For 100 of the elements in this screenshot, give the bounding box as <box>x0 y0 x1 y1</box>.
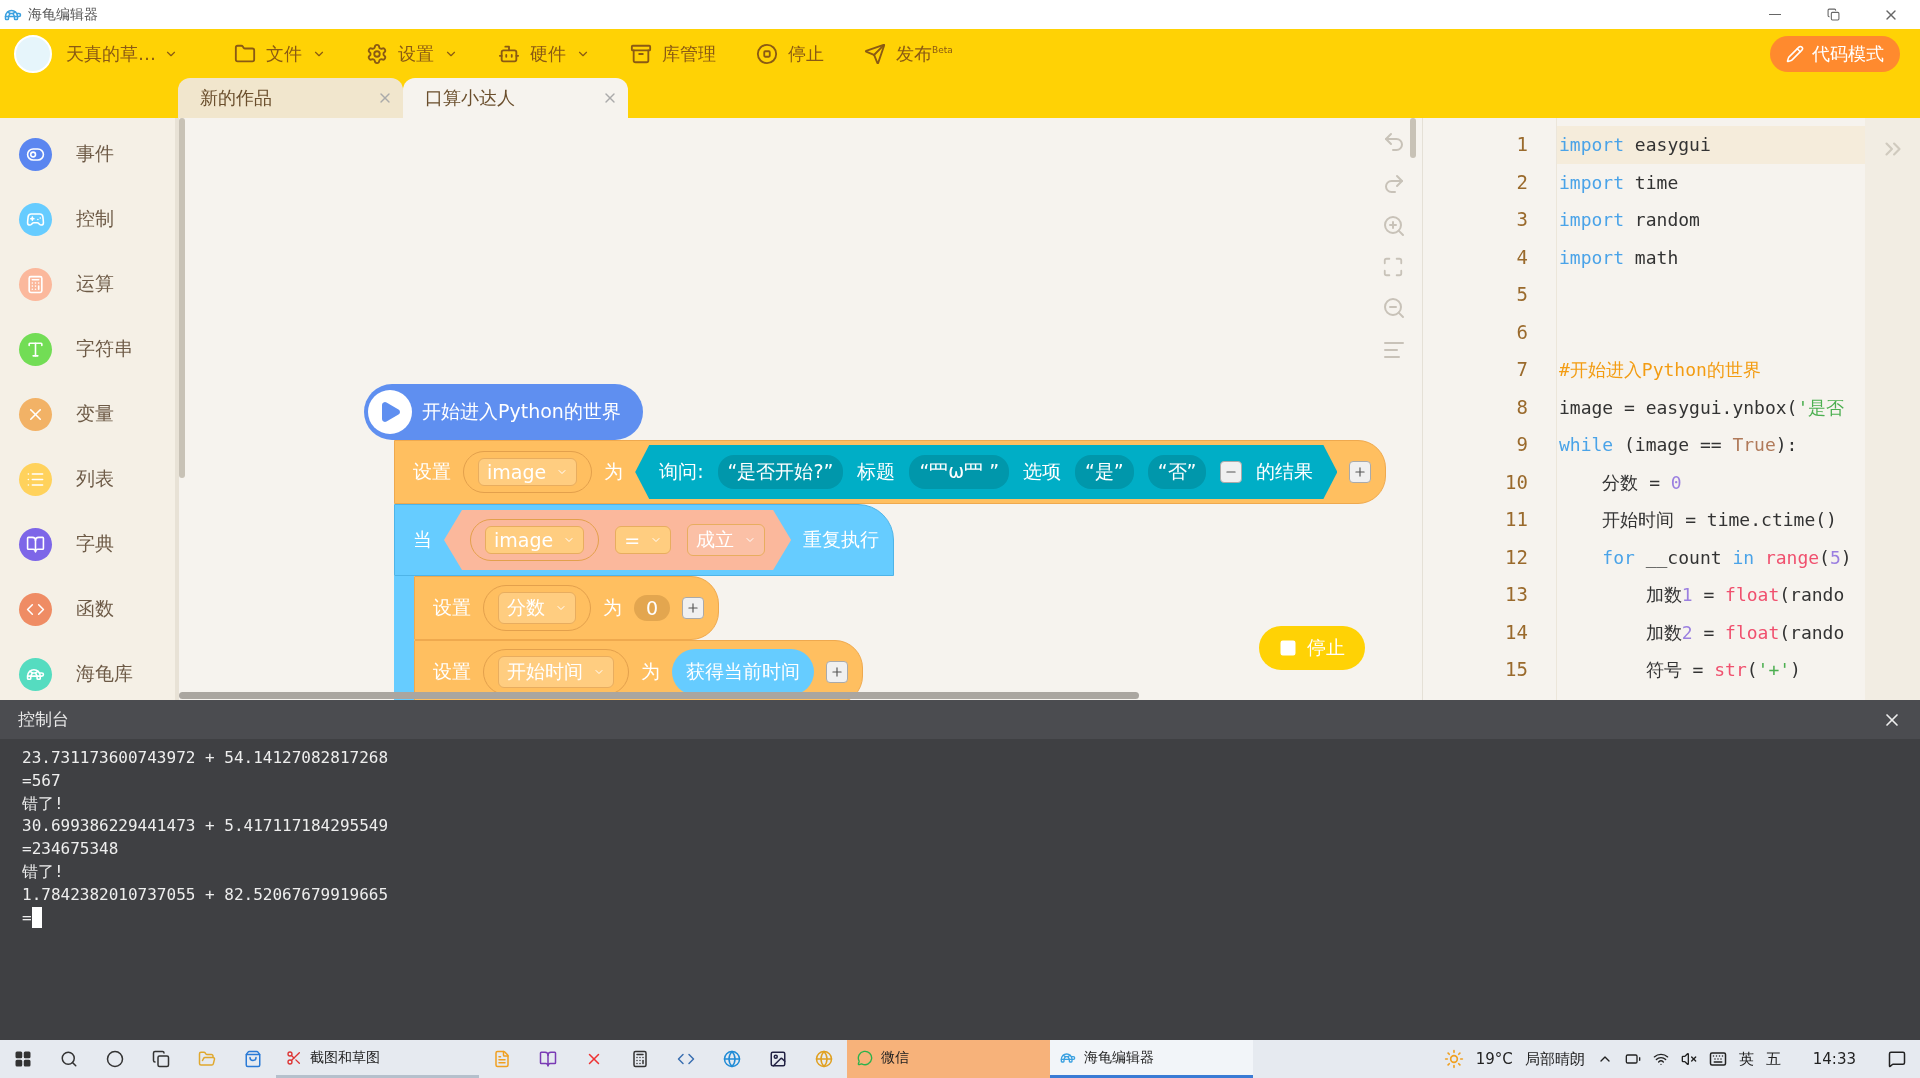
taskbar-app[interactable]: 海龟编辑器 <box>1050 1040 1253 1078</box>
line-number: 15 <box>1504 657 1528 682</box>
code-line: for __count in range(5) <box>1601 545 1853 570</box>
battery-icon[interactable] <box>1624 1051 1641 1067</box>
keyboard-icon[interactable] <box>1708 1050 1727 1068</box>
temperature: 19°C <box>1475 1050 1513 1068</box>
block-label: 设置 <box>413 459 451 484</box>
notification-icon[interactable] <box>1888 1050 1906 1068</box>
console-line: 错了! <box>22 861 65 883</box>
toolbar-menu[interactable]: 发布$^{Beta}$ <box>844 41 973 66</box>
code-line: #开始进入Python的世界 <box>1558 358 1762 382</box>
clock[interactable]: 14:33 <box>1812 1050 1856 1068</box>
code-line: import math <box>1558 245 1680 270</box>
category-item[interactable]: 事件 <box>0 136 175 172</box>
number-value[interactable]: 0 <box>634 595 671 621</box>
menu-icon <box>864 42 886 65</box>
toolbar-menu[interactable]: 库管理 <box>610 41 736 66</box>
block-label: 为 <box>603 595 622 620</box>
line-number: 13 <box>1504 582 1528 607</box>
vertical-scrollbar[interactable] <box>1410 118 1416 158</box>
zoom-out-icon[interactable] <box>1382 296 1406 320</box>
block-label: 当 <box>413 527 432 552</box>
user-menu[interactable]: 天真的草… <box>60 40 184 67</box>
console-title: 控制台 <box>18 708 69 731</box>
file-tab[interactable]: 口算小达人 <box>403 78 628 118</box>
vertical-scrollbar[interactable] <box>179 118 185 478</box>
category-item[interactable]: 字符串 <box>0 331 175 367</box>
code-line: 符号 = str('+') <box>1644 658 1802 682</box>
line-number: 2 <box>1515 169 1528 195</box>
ask-block[interactable]: 询问: “是否开始?” 标题 “罒ω罒 ” 选项 “是” “否” 的结果 <box>635 445 1338 499</box>
wifi-icon[interactable] <box>1652 1051 1669 1067</box>
line-number: 12 <box>1504 544 1528 570</box>
code-line: import random <box>1558 208 1701 232</box>
redo-icon[interactable] <box>1382 172 1406 196</box>
console-line: = <box>22 906 1898 930</box>
line-number: 10 <box>1504 469 1528 495</box>
toolbar-menu[interactable]: 硬件 <box>478 41 610 66</box>
taskbar-app[interactable]: 微信 <box>847 1040 1050 1078</box>
string-value[interactable]: “是” <box>1075 455 1134 489</box>
console-line: 30.699386229441473 + 5.417117184295549 <box>22 815 390 838</box>
block-label: 询问: <box>659 459 704 484</box>
code-line: image = easygui.ynbox('是否 <box>1558 395 1846 420</box>
line-number: 6 <box>1515 319 1528 345</box>
weather-condition: 局部晴朗 <box>1524 1049 1585 1069</box>
category-item[interactable]: 变量 <box>0 396 175 432</box>
start-block[interactable]: 开始进入Python的世界 <box>364 384 643 440</box>
weather-icon <box>1443 1049 1464 1069</box>
category-item[interactable]: 海龟库 <box>0 656 175 692</box>
category-item[interactable]: 函数 <box>0 591 175 627</box>
block-label: 为 <box>604 459 624 484</box>
string-value[interactable]: “罒ω罒 ” <box>909 455 1009 489</box>
code-line: 分数 = 0 <box>1601 470 1683 495</box>
horizontal-scrollbar[interactable] <box>179 692 1139 699</box>
scissors-icon <box>286 1049 302 1066</box>
volume-icon[interactable] <box>1680 1051 1697 1067</box>
avatar <box>14 34 52 73</box>
add-button[interactable] <box>682 597 705 619</box>
code-mode-button[interactable]: 代码模式 <box>1770 35 1900 72</box>
plus-icon <box>686 601 701 615</box>
string-value[interactable]: “否” <box>1147 455 1207 489</box>
line-number: 7 <box>1515 357 1528 382</box>
category-item[interactable]: 运算 <box>0 266 175 302</box>
window-title: 海龟编辑器 <box>28 5 98 24</box>
console-line: =234675348 <box>22 838 120 861</box>
block-label: 为 <box>641 659 660 684</box>
toolbar-menu[interactable]: 文件 <box>214 41 346 66</box>
menu-icon <box>234 42 256 65</box>
toolbar-menu[interactable]: 停止 <box>736 41 844 66</box>
console-line: =567 <box>22 769 62 792</box>
category-item[interactable]: 字典 <box>0 526 175 562</box>
menu-icon <box>630 42 652 65</box>
input-language[interactable]: 英 <box>1738 1049 1754 1069</box>
block-label: 的结果 <box>1256 459 1314 484</box>
category-item[interactable]: 控制 <box>0 201 175 237</box>
remove-button[interactable] <box>1220 461 1243 483</box>
menu-icon <box>756 42 778 65</box>
zoom-in-icon[interactable] <box>1382 214 1406 238</box>
line-number: 11 <box>1504 507 1528 532</box>
string-value[interactable]: “是否开始?” <box>717 455 844 489</box>
file-tab[interactable]: 新的作品 <box>178 78 403 118</box>
block-label: 重复执行 <box>803 527 880 552</box>
toolbar-menu[interactable]: 设置 <box>346 41 478 66</box>
taskbar-app[interactable]: 截图和草图 <box>276 1040 479 1078</box>
square-icon <box>1279 639 1297 657</box>
input-mode[interactable]: 五 <box>1765 1049 1781 1069</box>
line-number: 4 <box>1515 244 1528 270</box>
set-block[interactable]: 设置 image 为 询问: “是否开始?” 标题 “罒ω罒 ” 选项 “是” “否” 的结果 <box>394 440 1387 504</box>
console-line: 23.731173600743972 + 54.14127082817268 <box>22 747 390 769</box>
set-block[interactable]: 设置 分数 为 0 <box>414 576 720 640</box>
line-number: 3 <box>1515 207 1528 232</box>
console-line: 1.7842382010737055 + 82.52067679919665 <box>22 883 390 906</box>
code-line: while (image == True): <box>1558 433 1799 457</box>
text-cursor <box>31 907 42 929</box>
fit-icon[interactable] <box>1382 256 1404 278</box>
category-item[interactable]: 列表 <box>0 461 175 497</box>
add-button[interactable] <box>1349 461 1372 483</box>
plus-icon <box>1353 465 1368 479</box>
undo-icon[interactable] <box>1382 130 1406 154</box>
line-number: 1 <box>1515 132 1528 157</box>
add-button[interactable] <box>826 661 848 683</box>
